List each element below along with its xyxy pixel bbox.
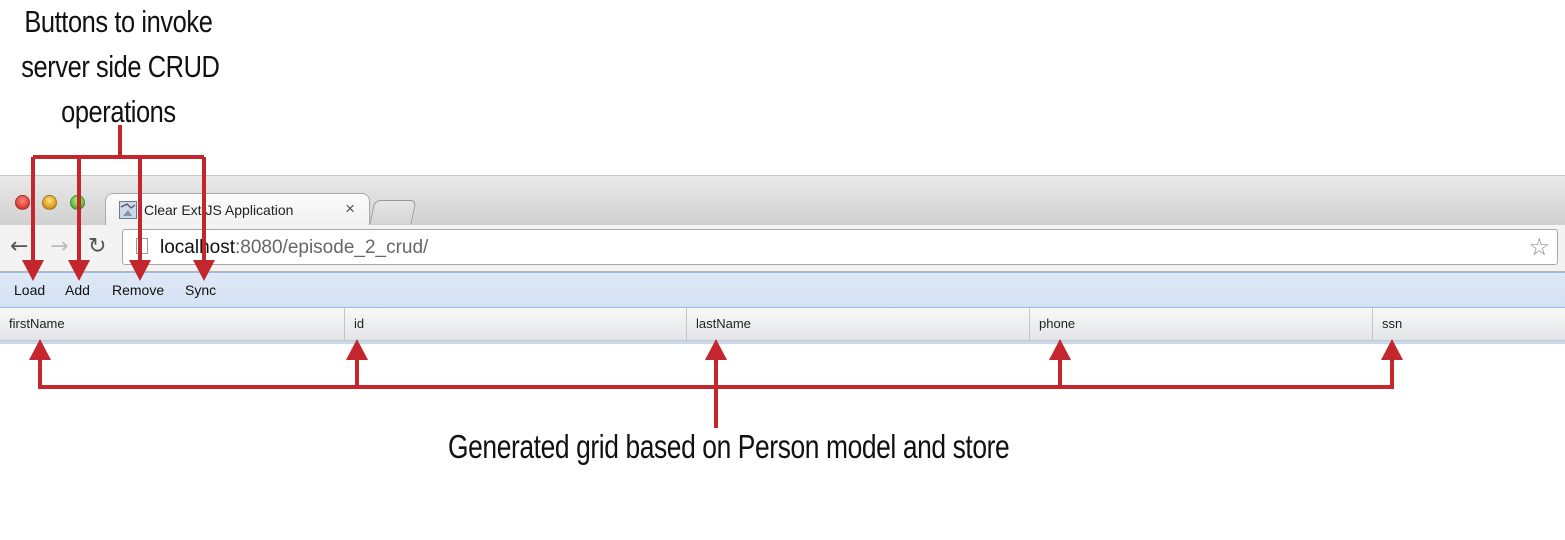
back-arrow-icon[interactable]: ← — [10, 234, 28, 260]
column-label: ssn — [1382, 316, 1403, 331]
tab-strip: Clear Ext JS Application × — [0, 175, 1565, 226]
caption-line: operations — [61, 94, 176, 129]
url-text[interactable]: localhost:8080/episode_2_crud/ — [160, 237, 428, 259]
app-toolbar: Load Add Remove Sync — [0, 272, 1565, 308]
tab-close-icon[interactable]: × — [345, 199, 355, 219]
close-window-icon[interactable] — [15, 195, 30, 210]
url-path: :8080/episode_2_crud/ — [235, 237, 429, 258]
column-label: phone — [1039, 316, 1076, 331]
address-bar[interactable]: localhost:8080/episode_2_crud/ ☆ — [122, 229, 1558, 265]
grid-header: firstName id lastName phone ssn — [0, 308, 1565, 344]
caption-line: Buttons to invoke — [24, 4, 213, 39]
column-label: firstName — [9, 316, 65, 331]
browser-toolbar: ← → ↻ localhost:8080/episode_2_crud/ ☆ — [0, 225, 1565, 272]
minimize-window-icon[interactable] — [42, 195, 57, 210]
load-button[interactable]: Load — [14, 282, 45, 298]
app-favicon-icon — [119, 201, 137, 219]
page-icon — [136, 238, 148, 254]
reload-icon[interactable]: ↻ — [88, 234, 106, 260]
sync-button[interactable]: Sync — [185, 282, 216, 298]
star-icon[interactable]: ☆ — [1528, 233, 1550, 261]
add-button[interactable]: Add — [65, 282, 90, 298]
forward-arrow-icon[interactable]: → — [50, 234, 68, 260]
zoom-window-icon[interactable] — [70, 195, 85, 210]
arrow-line — [38, 358, 1394, 389]
browser-tab[interactable]: Clear Ext JS Application × — [105, 193, 370, 226]
column-header-lastname[interactable]: lastName — [687, 308, 1030, 340]
grid-caption: Generated grid based on Person model and… — [448, 428, 1010, 465]
crud-buttons-caption: Buttons to invoke server side CRUD opera… — [21, 2, 220, 137]
column-header-phone[interactable]: phone — [1030, 308, 1373, 340]
column-label: id — [354, 316, 365, 331]
remove-button[interactable]: Remove — [112, 282, 164, 298]
url-host: localhost — [160, 237, 235, 258]
new-tab-button[interactable] — [369, 200, 417, 224]
tab-title: Clear Ext JS Application — [144, 202, 294, 218]
browser-window: Clear Ext JS Application × ← → ↻ localho… — [0, 175, 1565, 345]
column-label: lastName — [696, 316, 751, 331]
caption-line: server side CRUD — [21, 49, 220, 84]
column-header-ssn[interactable]: ssn — [1373, 308, 1565, 340]
annotated-screenshot: Buttons to invoke server side CRUD opera… — [0, 0, 1565, 540]
column-header-firstname[interactable]: firstName — [0, 308, 345, 340]
column-header-id[interactable]: id — [345, 308, 687, 340]
